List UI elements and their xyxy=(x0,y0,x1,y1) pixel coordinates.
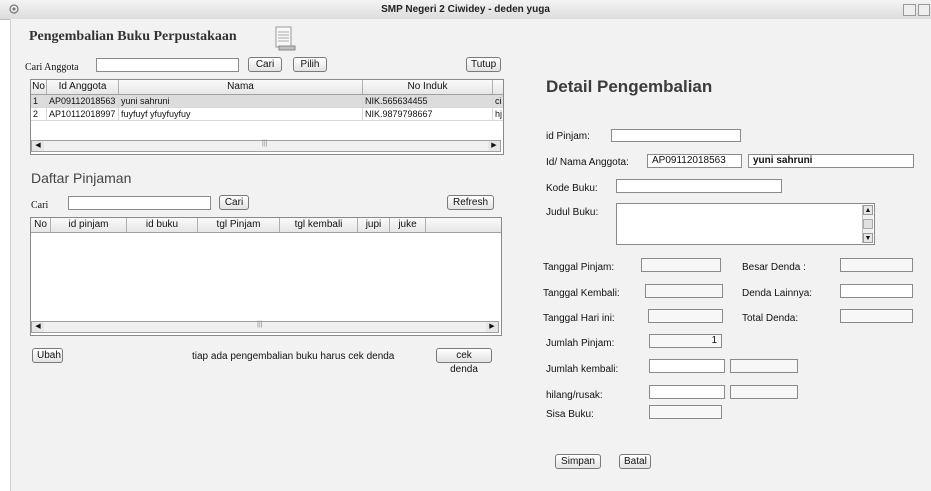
table-cell: hj xyxy=(495,109,503,119)
column-header-extra[interactable] xyxy=(493,80,503,94)
scroll-up-icon[interactable]: ▲ xyxy=(863,205,873,215)
anggota-id-field[interactable]: AP09112018563 xyxy=(647,154,742,168)
daftar-pinjaman-title: Daftar Pinjaman xyxy=(31,170,132,186)
sisa-buku-field[interactable] xyxy=(649,405,722,419)
minimize-button[interactable] xyxy=(903,4,916,16)
table-cell: NIK.9879798667 xyxy=(363,108,493,120)
column-header-id-anggota[interactable]: Id Anggota xyxy=(47,80,119,94)
judul-buku-label: Judul Buku: xyxy=(546,207,599,218)
cek-denda-note: tiap ada pengembalian buku harus cek den… xyxy=(192,351,395,362)
column-header-jupi[interactable]: jupi xyxy=(358,218,390,232)
scroll-right-icon[interactable]: ▶ xyxy=(486,322,498,332)
sisa-buku-label: Sisa Buku: xyxy=(546,409,594,420)
jumlah-pinjam-field[interactable]: 1 xyxy=(649,334,722,348)
window-title: SMP Negeri 2 Ciwidey - deden yuga xyxy=(381,4,550,15)
kode-buku-label: Kode Buku: xyxy=(546,183,598,194)
page-title: Pengembalian Buku Perpustakaan xyxy=(29,29,237,44)
column-header-no[interactable]: No xyxy=(31,80,47,94)
jumlah-kembali-label: Jumlah kembali: xyxy=(546,364,619,375)
jumlah-pinjam-label: Jumlah Pinjam: xyxy=(546,338,615,349)
column-header-juke[interactable]: juke xyxy=(390,218,426,232)
table-cell: AP10112018997 xyxy=(47,108,119,120)
tutup-button[interactable]: Tutup xyxy=(466,57,501,72)
scroll-down-icon[interactable]: ▼ xyxy=(863,233,873,243)
jumlah-kembali-field[interactable] xyxy=(649,359,725,373)
cari-pinjaman-button[interactable]: Cari xyxy=(219,195,249,210)
batal-button[interactable]: Batal xyxy=(619,454,651,469)
besar-denda-label: Besar Denda : xyxy=(742,262,806,273)
denda-lainnya-field[interactable] xyxy=(840,284,913,298)
simpan-button[interactable]: Simpan xyxy=(555,454,601,469)
loans-horizontal-scrollbar[interactable]: ◀ ||| ▶ xyxy=(31,321,499,333)
ubah-button[interactable]: Ubah xyxy=(32,348,63,363)
tgl-hari-ini-field[interactable] xyxy=(648,309,723,323)
members-horizontal-scrollbar[interactable]: ◀ ||| ▶ xyxy=(31,140,501,152)
tgl-kembali-label: Tanggal Kembali: xyxy=(543,288,620,299)
column-header-tgl-pinjam[interactable]: tgl Pinjam xyxy=(198,218,280,232)
hilang-rusak-extra-field[interactable] xyxy=(730,385,798,399)
tgl-pinjam-field[interactable] xyxy=(641,258,721,272)
close-button[interactable] xyxy=(918,4,930,16)
tgl-hari-ini-label: Tanggal Hari ini: xyxy=(543,313,615,324)
column-header-nama[interactable]: Nama xyxy=(119,80,363,94)
table-cell: 1 xyxy=(31,95,47,107)
id-pinjam-label: id Pinjam: xyxy=(546,131,590,142)
table-cell: ci xyxy=(495,96,502,106)
table-row[interactable]: 2 AP10112018997 fuyfuyf yfuyfuyfuy NIK.9… xyxy=(31,108,503,121)
judul-vertical-scrollbar[interactable]: ▲ ▼ xyxy=(862,205,873,243)
besar-denda-field[interactable] xyxy=(840,258,913,272)
cek-denda-button[interactable]: cek denda xyxy=(436,348,492,375)
anggota-label: Id/ Nama Anggota: xyxy=(546,157,629,168)
table-cell: 2 xyxy=(31,108,47,120)
cari-anggota-button[interactable]: Cari xyxy=(248,57,282,72)
hilang-rusak-label: hilang/rusak: xyxy=(546,390,603,401)
scroll-thumb[interactable] xyxy=(863,219,873,229)
table-row[interactable]: 1 AP09112018563 yuni sahruni NIK.5656344… xyxy=(31,95,503,108)
hilang-rusak-field[interactable] xyxy=(649,385,725,399)
refresh-button[interactable]: Refresh xyxy=(447,195,494,210)
loans-table-header: No id pinjam id buku tgl Pinjam tgl kemb… xyxy=(31,218,501,233)
loans-table: No id pinjam id buku tgl Pinjam tgl kemb… xyxy=(30,217,502,336)
pilih-button[interactable]: Pilih xyxy=(293,57,327,72)
anggota-nama-field[interactable]: yuni sahruni xyxy=(748,154,914,168)
cari-anggota-label: Cari Anggota xyxy=(25,62,79,73)
table-cell: AP09112018563 xyxy=(47,95,119,107)
total-denda-label: Total Denda: xyxy=(742,313,799,324)
detail-title: Detail Pengembalian xyxy=(546,77,713,96)
column-header-id-pinjam[interactable]: id pinjam xyxy=(51,218,127,232)
column-header-id-buku[interactable]: id buku xyxy=(127,218,198,232)
scroll-thumb-grip[interactable]: ||| xyxy=(262,140,267,147)
members-table-header: No Id Anggota Nama No Induk xyxy=(31,80,503,95)
scroll-left-icon[interactable]: ◀ xyxy=(32,322,44,332)
scroll-right-icon[interactable]: ▶ xyxy=(488,141,500,151)
denda-lainnya-label: Denda Lainnya: xyxy=(742,288,813,299)
table-cell: yuni sahruni xyxy=(119,95,363,107)
column-header-no[interactable]: No xyxy=(31,218,51,232)
kode-buku-field[interactable] xyxy=(616,179,782,193)
column-header-no-induk[interactable]: No Induk xyxy=(363,80,493,94)
books-icon xyxy=(275,26,296,51)
tgl-kembali-field[interactable] xyxy=(645,284,723,298)
window-titlebar: SMP Negeri 2 Ciwidey - deden yuga xyxy=(0,0,931,20)
id-pinjam-field[interactable] xyxy=(611,129,741,142)
table-cell: fuyfuyf yfuyfuyfuy xyxy=(119,108,363,120)
cari-label: Cari xyxy=(31,200,49,211)
judul-buku-textarea[interactable]: ▲ ▼ xyxy=(616,203,875,245)
total-denda-field[interactable] xyxy=(840,309,913,323)
column-header-tgl-kembali[interactable]: tgl kembali xyxy=(280,218,358,232)
scroll-left-icon[interactable]: ◀ xyxy=(32,141,44,151)
table-cell: NIK.565634455 xyxy=(363,95,493,107)
jumlah-kembali-extra-field[interactable] xyxy=(730,359,798,373)
cari-pinjaman-input[interactable] xyxy=(68,196,211,210)
tgl-pinjam-label: Tanggal Pinjam: xyxy=(543,262,615,273)
scroll-thumb-grip[interactable]: ||| xyxy=(257,321,262,328)
cari-anggota-input[interactable] xyxy=(96,58,239,72)
